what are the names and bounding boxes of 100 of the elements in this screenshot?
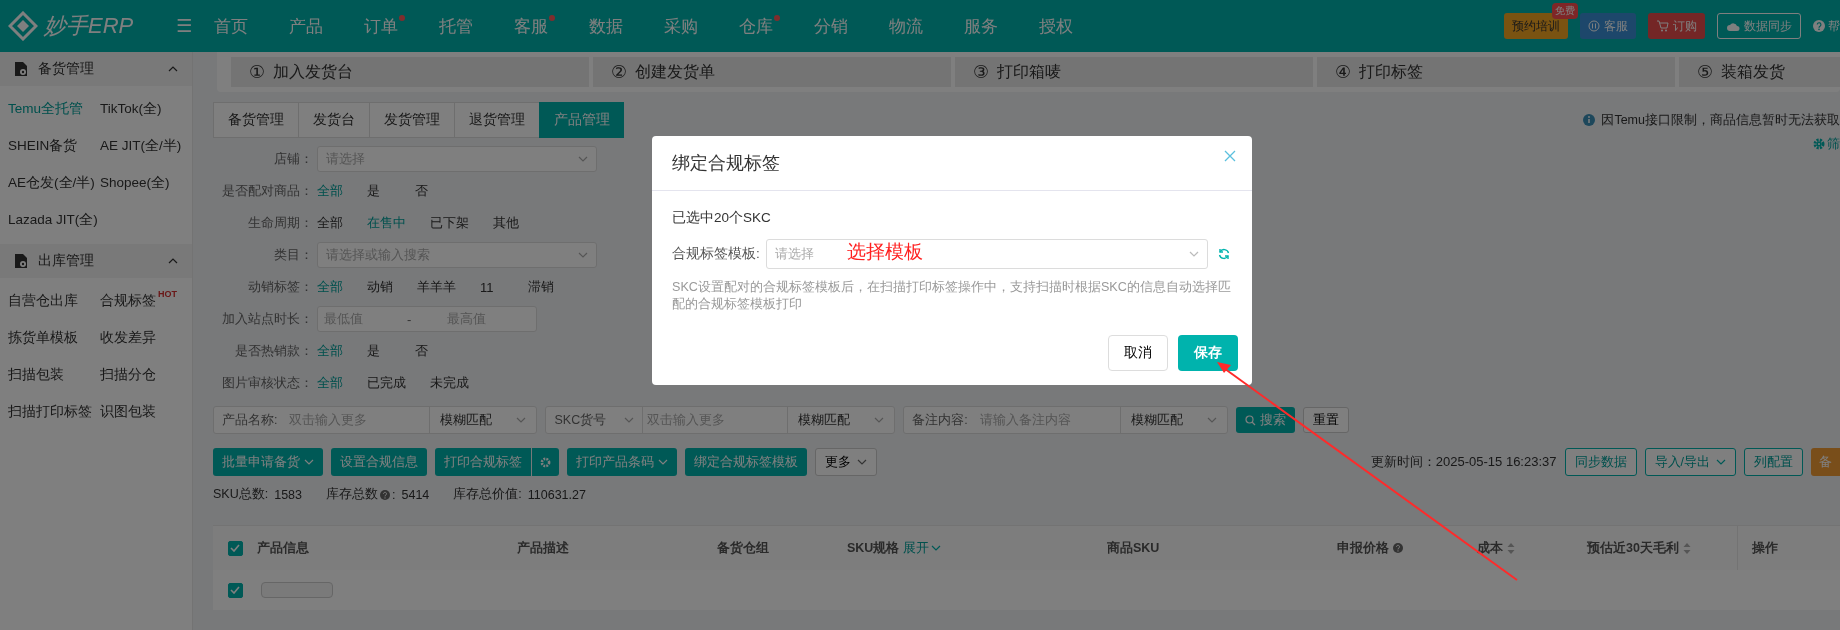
gear-icon	[1813, 138, 1825, 150]
filter-option[interactable]: 在售中	[367, 214, 406, 232]
settings-button[interactable]	[532, 448, 559, 476]
caret-icon	[931, 545, 942, 551]
nav-item[interactable]: 托管	[439, 14, 474, 38]
search-label: 产品名称:	[221, 411, 279, 429]
filter-option[interactable]: 羊羊羊	[417, 278, 456, 296]
sidebar-item[interactable]: 扫描包装	[8, 365, 64, 384]
dropdown-button[interactable]: 导入/导出	[1644, 448, 1736, 476]
dropdown-button[interactable]: 打印产品条码	[567, 448, 677, 476]
expand-link[interactable]: 展开	[903, 539, 942, 557]
tab[interactable]: 备货管理	[213, 102, 298, 138]
filter-option[interactable]: 其他	[493, 214, 519, 232]
stat-value: 5414	[401, 487, 430, 502]
checkbox[interactable]	[227, 582, 243, 598]
sidebar-item[interactable]: AE仓发(全/半)	[8, 173, 95, 192]
filter-option[interactable]: 滞销	[528, 278, 554, 296]
data-sync-button[interactable]: 数据同步	[1717, 13, 1801, 39]
more-button[interactable]: 更多	[815, 448, 877, 476]
action-button[interactable]: 备	[1811, 448, 1840, 476]
tab[interactable]: 发货台	[298, 102, 369, 138]
sidebar-item[interactable]: 识图包装	[100, 402, 156, 421]
nav-item[interactable]: 服务	[964, 14, 999, 38]
dropdown-button[interactable]: 批量申请备货	[213, 448, 323, 476]
cancel-button[interactable]: 取消	[1108, 335, 1168, 371]
sidebar-item[interactable]: Temu全托管	[8, 99, 83, 118]
nav-item[interactable]: 物流	[889, 14, 924, 38]
nav-item[interactable]: 授权	[1039, 14, 1074, 38]
filter-option[interactable]: 11	[480, 279, 504, 295]
filter-option[interactable]: 未完成	[430, 374, 469, 392]
filter-option[interactable]: 已下架	[430, 214, 469, 232]
stat-text: SKU总数:	[213, 486, 269, 503]
sidebar-item[interactable]: 合规标签	[100, 291, 156, 310]
nav-item[interactable]: 数据	[589, 14, 624, 38]
order-button[interactable]: 订购	[1648, 13, 1705, 39]
caret-icon	[1206, 417, 1217, 423]
filter-option[interactable]: 已完成	[367, 374, 406, 392]
filter-option[interactable]: 否	[415, 182, 439, 200]
sidebar-item[interactable]: Lazada JIT(全)	[8, 210, 98, 229]
refresh-icon	[1217, 248, 1230, 260]
nav-item[interactable]: 分销	[814, 14, 849, 38]
sidebar-item[interactable]: Shopee(全)	[100, 173, 170, 192]
sidebar-item[interactable]: 自营仓出库	[8, 291, 78, 310]
filter-option[interactable]: 全部	[317, 342, 343, 360]
action-button[interactable]: 列配置	[1744, 448, 1803, 476]
nav-item[interactable]: 首页	[214, 14, 249, 38]
sidebar-item[interactable]: SHEIN备货	[8, 136, 78, 155]
action-button[interactable]: 打印合规标签	[435, 448, 531, 476]
close-button[interactable]	[1222, 148, 1238, 164]
action-button[interactable]: 绑定合规标签模板	[685, 448, 807, 476]
reset-button[interactable]: 重置	[1302, 407, 1349, 433]
sidebar-item[interactable]: AE JIT(全/半)	[100, 136, 182, 155]
caret-icon	[1188, 251, 1199, 257]
sidebar-item[interactable]: 拣货单模板	[8, 328, 78, 347]
refresh-button[interactable]	[1217, 248, 1230, 260]
customer-service-button[interactable]: 客服	[1580, 13, 1636, 39]
filter-option[interactable]: 是	[367, 342, 391, 360]
filter-option[interactable]: 否	[415, 342, 439, 360]
nav-item[interactable]: 客服	[514, 14, 549, 38]
match-mode-select[interactable]: 模糊匹配	[787, 407, 895, 433]
sidebar-section-header[interactable]: 出库管理	[0, 244, 192, 278]
save-button[interactable]: 保存	[1178, 335, 1238, 371]
filter-option[interactable]: 全部	[317, 182, 343, 200]
step-item: ② 创建发货单	[593, 57, 951, 87]
check-icon	[230, 544, 240, 552]
action-button[interactable]: 同步数据	[1564, 448, 1637, 476]
filter-settings-link[interactable]: 筛	[1813, 134, 1840, 154]
field-type-select[interactable]: SKC货号	[546, 407, 644, 433]
sidebar-section-header[interactable]: 备货管理	[0, 52, 192, 86]
column-header: 预估近30天毛利	[1587, 539, 1679, 557]
match-mode-select[interactable]: 模糊匹配	[1119, 407, 1227, 433]
match-mode-select[interactable]: 模糊匹配	[429, 407, 537, 433]
sidebar-item[interactable]: 扫描分仓	[100, 365, 156, 384]
sidebar-item[interactable]: 扫描打印标签	[8, 402, 92, 421]
caret-icon	[658, 459, 668, 465]
nav-item[interactable]: 仓库	[739, 14, 774, 38]
tab[interactable]: 退货管理	[454, 102, 539, 138]
nav-item[interactable]: 采购	[664, 14, 699, 38]
tab[interactable]: 发货管理	[369, 102, 454, 138]
search-button[interactable]: 搜索	[1235, 407, 1295, 433]
gear-icon	[540, 456, 551, 468]
sidebar-item[interactable]: TikTok(全)	[100, 99, 162, 118]
filter-option[interactable]: 是	[367, 182, 391, 200]
sidebar-item[interactable]: 收发差异	[100, 328, 156, 347]
step-item: ⑤ 装箱发货	[1679, 57, 1840, 87]
filter-option[interactable]: 全部	[317, 214, 343, 232]
column-header: 产品信息	[257, 539, 309, 557]
menu-icon[interactable]: ☰	[176, 15, 193, 37]
nav-item[interactable]: 订单	[364, 14, 399, 38]
filter-option[interactable]: 全部	[317, 278, 343, 296]
filter-option[interactable]: 动销	[367, 278, 393, 296]
stat-text: 库存总数	[326, 486, 378, 503]
help-link[interactable]: 帮	[1813, 17, 1840, 35]
caret-icon	[874, 417, 885, 423]
filter-option[interactable]: 全部	[317, 374, 343, 392]
tab[interactable]: 产品管理	[539, 102, 624, 138]
stat-value: 1583	[274, 487, 302, 502]
checkbox[interactable]	[227, 540, 243, 556]
nav-item[interactable]: 产品	[289, 14, 324, 38]
action-button[interactable]: 设置合规信息	[331, 448, 427, 476]
